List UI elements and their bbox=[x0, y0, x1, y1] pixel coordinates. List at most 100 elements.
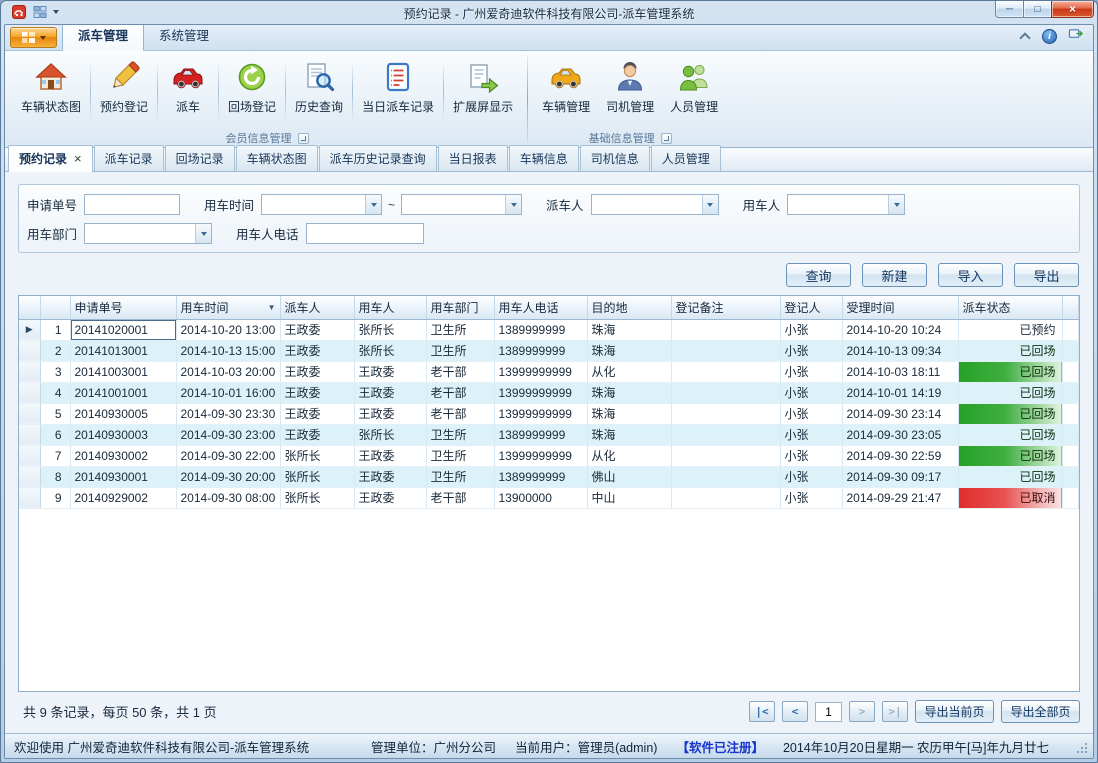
cell[interactable]: 1389999999 bbox=[494, 340, 587, 361]
ribbon-button-driver[interactable]: 司机管理 bbox=[598, 54, 662, 129]
export-all-pages-button[interactable]: 导出全部页 bbox=[1001, 700, 1080, 723]
cell[interactable]: 张所长 bbox=[354, 319, 426, 340]
export-current-page-button[interactable]: 导出当前页 bbox=[915, 700, 994, 723]
table-row[interactable]: ▶1201410200012014-10-20 13:00王政委张所长卫生所13… bbox=[19, 319, 1079, 340]
cell[interactable] bbox=[671, 424, 780, 445]
cell[interactable]: 佛山 bbox=[587, 466, 671, 487]
cell[interactable]: 13999999999 bbox=[494, 403, 587, 424]
cell[interactable]: 王政委 bbox=[354, 382, 426, 403]
collapse-ribbon-icon[interactable] bbox=[1018, 31, 1031, 41]
ribbon-button-yellow-car[interactable]: 车辆管理 bbox=[534, 54, 598, 129]
ribbon-button-green-refresh[interactable]: 回场登记 bbox=[220, 54, 284, 129]
cell[interactable]: 1389999999 bbox=[494, 424, 587, 445]
column-header[interactable]: 登记备注 bbox=[671, 296, 780, 319]
cell[interactable]: 王政委 bbox=[280, 340, 354, 361]
qat-dropdown-icon[interactable] bbox=[53, 10, 59, 14]
info-icon[interactable]: i bbox=[1042, 29, 1057, 44]
cell[interactable] bbox=[671, 340, 780, 361]
cell[interactable]: 2014-09-30 23:00 bbox=[176, 424, 280, 445]
cell[interactable]: 王政委 bbox=[354, 445, 426, 466]
minimize-button[interactable]: ─ bbox=[995, 1, 1024, 18]
doc-tab[interactable]: 派车记录 bbox=[94, 145, 164, 171]
cell[interactable]: 王政委 bbox=[354, 361, 426, 382]
cell[interactable]: 2014-10-13 15:00 bbox=[176, 340, 280, 361]
cell[interactable]: 珠海 bbox=[587, 403, 671, 424]
file-menu-button[interactable] bbox=[10, 27, 57, 48]
cell[interactable]: 20141003001 bbox=[70, 361, 176, 382]
cell[interactable]: 张所长 bbox=[280, 487, 354, 508]
cell[interactable]: 卫生所 bbox=[426, 340, 494, 361]
cell[interactable]: 20140930003 bbox=[70, 424, 176, 445]
layout-icon[interactable] bbox=[32, 4, 48, 20]
table-row[interactable]: 4201410010012014-10-01 16:00王政委王政委老干部139… bbox=[19, 382, 1079, 403]
cell[interactable]: 13999999999 bbox=[494, 445, 587, 466]
cell[interactable]: 2014-09-30 08:00 bbox=[176, 487, 280, 508]
table-row[interactable]: 6201409300032014-09-30 23:00王政委张所长卫生所138… bbox=[19, 424, 1079, 445]
cell[interactable]: 珠海 bbox=[587, 340, 671, 361]
cell[interactable]: 1389999999 bbox=[494, 466, 587, 487]
doc-tab[interactable]: 当日报表 bbox=[438, 145, 508, 171]
cell[interactable]: 13900000 bbox=[494, 487, 587, 508]
doc-tab[interactable]: 车辆状态图 bbox=[236, 145, 318, 171]
cell[interactable] bbox=[671, 487, 780, 508]
resize-grip[interactable] bbox=[1076, 743, 1089, 756]
column-header[interactable]: 目的地 bbox=[587, 296, 671, 319]
cell[interactable]: 2014-09-30 09:17 bbox=[842, 466, 958, 487]
use-time-to-combo[interactable] bbox=[401, 194, 522, 215]
ribbon-tab-system-management[interactable]: 系统管理 bbox=[144, 24, 224, 50]
dispatch-status-cell[interactable]: 已回场 bbox=[958, 424, 1062, 445]
dept-combo[interactable] bbox=[84, 223, 212, 244]
cell[interactable]: 张所长 bbox=[280, 466, 354, 487]
maximize-button[interactable]: □ bbox=[1024, 1, 1051, 18]
cell[interactable]: 20140930002 bbox=[70, 445, 176, 466]
cell[interactable]: 老干部 bbox=[426, 361, 494, 382]
last-page-button[interactable]: >| bbox=[882, 701, 908, 722]
app-icon[interactable] bbox=[11, 4, 27, 20]
table-row[interactable]: 9201409290022014-09-30 08:00张所长王政委老干部139… bbox=[19, 487, 1079, 508]
cell[interactable]: 卫生所 bbox=[426, 319, 494, 340]
external-window-icon[interactable] bbox=[1068, 27, 1083, 45]
cell[interactable]: 从化 bbox=[587, 361, 671, 382]
doc-tab[interactable]: 回场记录 bbox=[165, 145, 235, 171]
cell[interactable]: 2014-10-01 14:19 bbox=[842, 382, 958, 403]
cell[interactable]: 卫生所 bbox=[426, 445, 494, 466]
cell[interactable]: 老干部 bbox=[426, 382, 494, 403]
column-header[interactable]: 登记人 bbox=[780, 296, 842, 319]
dispatcher-combo[interactable] bbox=[591, 194, 719, 215]
cell[interactable] bbox=[671, 466, 780, 487]
page-input[interactable] bbox=[815, 702, 842, 722]
titlebar[interactable]: 预约记录 - 广州爱奇迪软件科技有限公司-派车管理系统 ─ □ × bbox=[4, 1, 1094, 24]
dispatch-status-cell[interactable]: 已回场 bbox=[958, 340, 1062, 361]
ribbon-button-house[interactable]: 车辆状态图 bbox=[13, 54, 89, 129]
ribbon-button-list-doc[interactable]: 当日派车记录 bbox=[354, 54, 442, 129]
cell[interactable]: 2014-10-20 10:24 bbox=[842, 319, 958, 340]
cell[interactable] bbox=[671, 361, 780, 382]
cell[interactable]: 小张 bbox=[780, 424, 842, 445]
ribbon-button-red-car[interactable]: 派车 bbox=[159, 54, 217, 129]
cell[interactable]: 2014-09-30 22:59 bbox=[842, 445, 958, 466]
create-button[interactable]: 新建 bbox=[862, 263, 927, 287]
use-time-from-combo[interactable] bbox=[261, 194, 382, 215]
cell[interactable]: 2014-10-03 20:00 bbox=[176, 361, 280, 382]
cell[interactable]: 13999999999 bbox=[494, 361, 587, 382]
cell[interactable]: 小张 bbox=[780, 340, 842, 361]
cell[interactable]: 王政委 bbox=[354, 403, 426, 424]
dialog-launcher-icon[interactable] bbox=[298, 133, 309, 144]
cell[interactable]: 2014-09-30 23:14 bbox=[842, 403, 958, 424]
cell[interactable]: 小张 bbox=[780, 466, 842, 487]
cell[interactable]: 2014-10-20 13:00 bbox=[176, 319, 280, 340]
cell[interactable]: 王政委 bbox=[354, 466, 426, 487]
license-link[interactable]: 【软件已注册】 bbox=[676, 737, 764, 756]
cell[interactable]: 王政委 bbox=[280, 361, 354, 382]
table-row[interactable]: 3201410030012014-10-03 20:00王政委王政委老干部139… bbox=[19, 361, 1079, 382]
cell[interactable]: 13999999999 bbox=[494, 382, 587, 403]
dispatch-status-cell[interactable]: 已预约 bbox=[958, 319, 1062, 340]
column-header[interactable]: 派车人 bbox=[280, 296, 354, 319]
dispatch-status-cell[interactable]: 已回场 bbox=[958, 382, 1062, 403]
next-page-button[interactable]: > bbox=[849, 701, 875, 722]
cell[interactable]: 张所长 bbox=[280, 445, 354, 466]
dispatch-status-cell[interactable]: 已取消 bbox=[958, 487, 1062, 508]
cell[interactable] bbox=[671, 403, 780, 424]
query-button[interactable]: 查询 bbox=[786, 263, 851, 287]
dialog-launcher-icon[interactable] bbox=[661, 133, 672, 144]
